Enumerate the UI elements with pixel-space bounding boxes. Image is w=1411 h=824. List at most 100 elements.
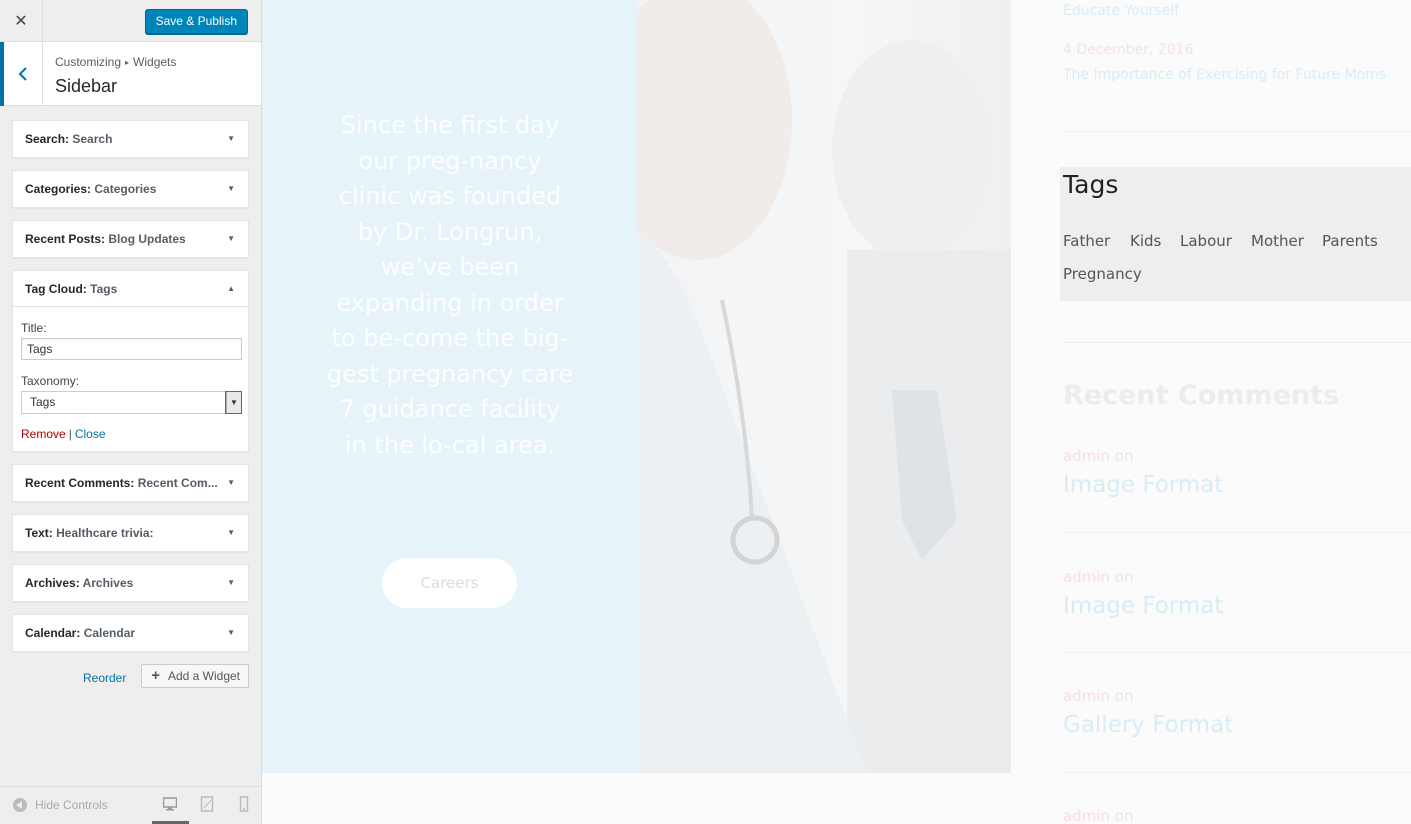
widget-search[interactable]: Search: Search ▼ <box>12 120 249 158</box>
comment-post-link[interactable]: Gallery Format <box>1063 712 1233 738</box>
recent-post-date: 4 December, 2016 <box>1063 42 1194 58</box>
widget-colon: : <box>82 282 87 296</box>
title-label: Title: <box>21 321 47 335</box>
careers-button[interactable]: Careers <box>382 558 517 608</box>
comment-on: on <box>1114 447 1134 465</box>
comment-meta: admin on <box>1063 447 1133 465</box>
section-header: Customizing ▸ Widgets Sidebar <box>0 42 261 106</box>
tag-cloud-widget: Tags Father Kids Labour Mother Parents P… <box>1060 167 1411 301</box>
widget-header[interactable]: Categories: Categories ▼ <box>13 171 248 207</box>
close-icon: ✕ <box>14 13 28 30</box>
title-input[interactable] <box>21 338 242 360</box>
tag-link[interactable]: Kids <box>1130 232 1161 250</box>
comment-meta: admin on <box>1063 687 1133 705</box>
widget-recent-comments[interactable]: Recent Comments: Recent Com... ▼ <box>12 464 249 502</box>
save-publish-button[interactable]: Save & Publish <box>144 9 248 34</box>
widget-header[interactable]: Recent Comments: Recent Com... ▼ <box>13 465 248 501</box>
tag-cloud-title: Tags <box>1063 170 1119 199</box>
hide-controls-button[interactable]: Hide Controls <box>13 798 108 812</box>
breadcrumb: Customizing ▸ Widgets <box>55 55 176 69</box>
close-customizer-button[interactable]: ✕ <box>0 0 43 42</box>
widget-title: Categories <box>94 182 157 196</box>
page-title: Sidebar <box>55 76 118 96</box>
divider <box>1063 772 1411 773</box>
widget-tag-cloud[interactable]: Tag Cloud: Tags ▲ Title: Taxonomy: Tags ▼… <box>12 270 249 452</box>
widget-header[interactable]: Calendar: Calendar ▼ <box>13 615 248 651</box>
comment-meta: admin on <box>1063 568 1133 586</box>
link-separator: | <box>68 427 72 441</box>
widget-list-actions: Reorder + Add a Widget <box>12 664 249 694</box>
divider <box>1063 532 1411 533</box>
expand-arrow-icon[interactable]: ▼ <box>227 121 235 157</box>
back-button[interactable] <box>0 42 43 106</box>
add-widget-label: Add a Widget <box>167 669 240 683</box>
comment-post-link[interactable]: Image Format <box>1063 472 1223 498</box>
widget-archives[interactable]: Archives: Archives ▼ <box>12 564 249 602</box>
divider <box>1063 652 1411 653</box>
widget-text[interactable]: Text: Healthcare trivia: ▼ <box>12 514 249 552</box>
widget-form: Title: Taxonomy: Tags ▼ Remove|Close <box>13 307 248 451</box>
expand-arrow-icon[interactable]: ▼ <box>227 171 235 207</box>
widget-title: Healthcare trivia: <box>56 526 154 540</box>
breadcrumb-root: Customizing <box>55 55 122 69</box>
hero-text-panel: Since the first day our preg-nancy clini… <box>262 0 637 773</box>
dropdown-arrow-icon[interactable]: ▼ <box>225 391 242 414</box>
comment-post-link[interactable]: Image Format <box>1063 593 1223 619</box>
widget-calendar[interactable]: Calendar: Calendar ▼ <box>12 614 249 652</box>
tag-link[interactable]: Pregnancy <box>1063 265 1142 283</box>
mobile-preview-icon[interactable] <box>237 796 251 812</box>
tag-link[interactable]: Labour <box>1180 232 1232 250</box>
comment-author[interactable]: admin <box>1063 687 1110 705</box>
widget-header[interactable]: Search: Search ▼ <box>13 121 248 157</box>
remove-link[interactable]: Remove <box>21 427 66 441</box>
breadcrumb-separator-icon: ▸ <box>125 58 130 67</box>
widget-list: Search: Search ▼ Categories: Categories ▼ … <box>0 106 261 694</box>
widget-colon: : <box>101 232 106 246</box>
collapse-arrow-icon[interactable]: ▲ <box>227 271 235 306</box>
widget-title: Tags <box>90 282 118 296</box>
widget-header[interactable]: Tag Cloud: Tags ▲ <box>13 271 248 307</box>
close-link[interactable]: Close <box>75 427 106 441</box>
add-widget-button[interactable]: + Add a Widget <box>141 664 249 688</box>
widget-type: Recent Comments <box>25 476 131 490</box>
widget-type: Archives <box>25 576 76 590</box>
tablet-preview-icon[interactable] <box>200 796 214 812</box>
taxonomy-select[interactable]: Tags ▼ <box>21 391 242 414</box>
recent-comments-title: Recent Comments <box>1063 380 1340 411</box>
taxonomy-selected: Tags <box>30 395 56 409</box>
expand-arrow-icon[interactable]: ▼ <box>227 515 235 551</box>
plus-icon: + <box>151 667 160 684</box>
tag-link[interactable]: Mother <box>1251 232 1304 250</box>
sidebar-widgets-preview: Educate Yourself 4 December, 2016 The Im… <box>1060 0 1411 824</box>
site-preview[interactable]: Since the first day our preg-nancy clini… <box>262 0 1411 824</box>
widget-header[interactable]: Archives: Archives ▼ <box>13 565 248 601</box>
hero-section: Since the first day our preg-nancy clini… <box>262 0 1011 773</box>
reorder-link[interactable]: Reorder <box>83 671 126 685</box>
tag-link[interactable]: Parents <box>1322 232 1378 250</box>
hide-controls-label: Hide Controls <box>35 798 108 812</box>
widget-header[interactable]: Recent Posts: Blog Updates ▼ <box>13 221 248 257</box>
widget-colon: : <box>75 576 80 590</box>
expand-arrow-icon[interactable]: ▼ <box>227 465 235 501</box>
customizer-header: ✕ Save & Publish <box>0 0 261 42</box>
chevron-left-icon <box>18 67 27 81</box>
expand-arrow-icon[interactable]: ▼ <box>227 615 235 651</box>
widget-recent-posts[interactable]: Recent Posts: Blog Updates ▼ <box>12 220 249 258</box>
widget-title: Calendar <box>83 626 136 640</box>
breadcrumb-leaf: Widgets <box>133 55 177 69</box>
expand-arrow-icon[interactable]: ▼ <box>227 565 235 601</box>
widget-type: Categories <box>25 182 88 196</box>
widget-type: Search <box>25 132 66 146</box>
recent-post-link[interactable]: Educate Yourself <box>1063 3 1179 19</box>
comment-author[interactable]: admin <box>1063 447 1110 465</box>
recent-post-link[interactable]: The Importance of Exercising for Future … <box>1063 67 1386 83</box>
widget-title: Archives <box>82 576 134 590</box>
desktop-preview-icon[interactable] <box>163 796 177 812</box>
tag-link[interactable]: Father <box>1063 232 1110 250</box>
comment-author[interactable]: admin <box>1063 568 1110 586</box>
divider <box>1063 131 1411 132</box>
widget-categories[interactable]: Categories: Categories ▼ <box>12 170 249 208</box>
widget-header[interactable]: Text: Healthcare trivia: ▼ <box>13 515 248 551</box>
expand-arrow-icon[interactable]: ▼ <box>227 221 235 257</box>
comment-author[interactable]: admin <box>1063 807 1110 824</box>
